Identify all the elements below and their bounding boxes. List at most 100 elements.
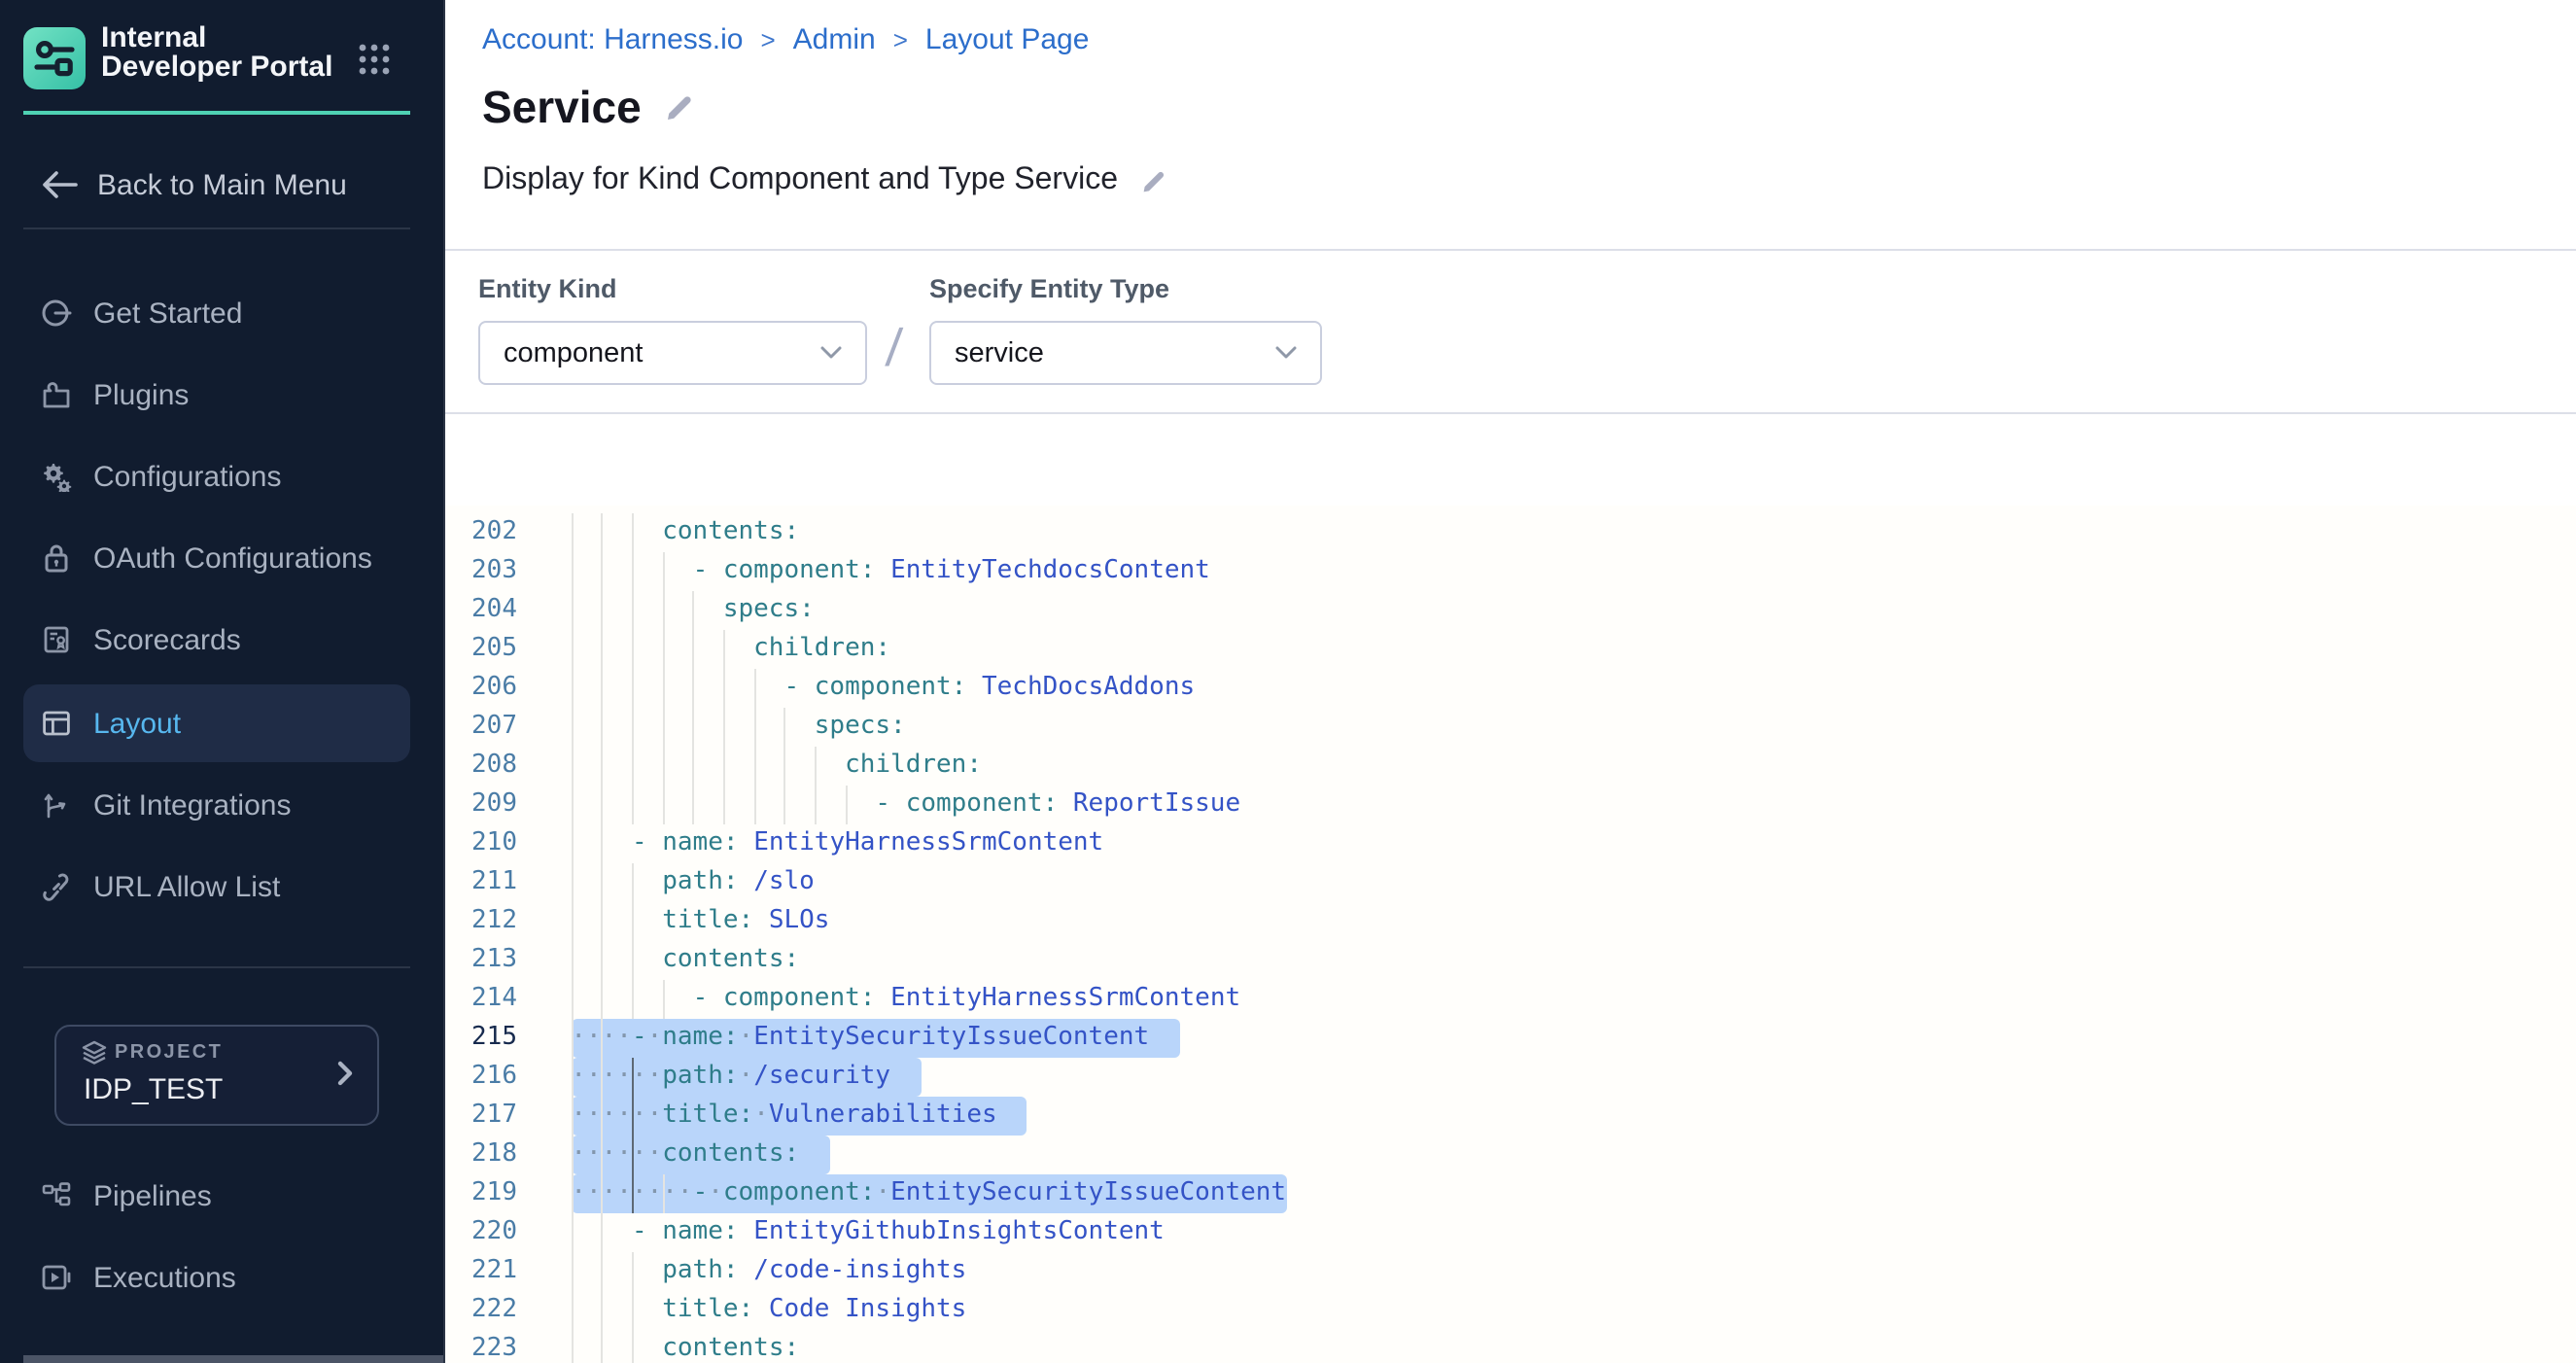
line-number[interactable]: 211 [445,863,517,902]
code-line[interactable]: 207 specs: [445,708,2576,747]
code-line[interactable]: 215 ····-·name:·EntitySecurityIssueConte… [445,1019,2576,1058]
code-line[interactable]: 208 children: [445,747,2576,786]
app-switcher-icon[interactable] [358,43,391,76]
accent-divider [23,111,410,115]
code-line[interactable]: 206 - component: TechDocsAddons [445,669,2576,708]
code-line[interactable]: 203 - component: EntityTechdocsContent [445,552,2576,591]
code-text: - name: EntityHarnessSrmContent [540,824,1103,863]
breadcrumb: Account: Harness.io>Admin>Layout Page [482,23,1089,56]
code-text: path: /code-insights [540,1252,966,1291]
line-number[interactable]: 221 [445,1252,517,1291]
sidebar-item-oauth-configurations[interactable]: OAuth Configurations [23,523,410,593]
sidebar-item-label: Get Started [93,297,242,330]
breadcrumb-layout-page[interactable]: Layout Page [925,23,1090,56]
line-number[interactable]: 209 [445,786,517,824]
sidebar-item-pipelines[interactable]: Pipelines [23,1161,410,1231]
sidebar-scrollbar[interactable] [23,1355,443,1363]
line-number[interactable]: 218 [445,1136,517,1174]
line-number[interactable]: 208 [445,747,517,786]
main-content: Account: Harness.io>Admin>Layout Page Se… [445,0,2576,1363]
arrow-left-icon [41,171,78,198]
line-number[interactable]: 219 [445,1174,517,1213]
line-number[interactable]: 222 [445,1291,517,1330]
project-selector[interactable]: PROJECT IDP_TEST [54,1025,379,1126]
app-window: Internal Developer Portal Back to Main M… [0,0,2576,1363]
code-line[interactable]: 220 - name: EntityGithubInsightsContent [445,1213,2576,1252]
code-text: title: Code Insights [540,1291,966,1330]
sidebar-item-label: Plugins [93,378,189,411]
sidebar-item-scorecards[interactable]: Scorecards [23,605,410,675]
code-text: contents: [540,1330,799,1363]
code-line[interactable]: 222 title: Code Insights [445,1291,2576,1330]
project-name: IDP_TEST [84,1073,223,1106]
code-text: - component: ReportIssue [540,786,1240,824]
sidebar-item-layout[interactable]: Layout [23,684,410,762]
code-line[interactable]: 221 path: /code-insights [445,1252,2576,1291]
line-number[interactable]: 217 [445,1097,517,1136]
breadcrumb-account[interactable]: Account: Harness.io [482,23,743,56]
project-label: PROJECT [115,1042,223,1064]
line-number[interactable]: 212 [445,902,517,941]
code-line[interactable]: 213 contents: [445,941,2576,980]
code-text: ······contents: [540,1136,799,1174]
sidebar-item-configurations[interactable]: Configurations [23,441,410,511]
code-text: ······title:·Vulnerabilities [540,1097,997,1136]
yaml-editor[interactable]: 202 contents:203 - component: EntityTech… [445,506,2576,1363]
sidebar-item-git-integrations[interactable]: Git Integrations [23,770,410,840]
git-branch-icon [41,789,72,821]
breadcrumb-separator: > [893,25,908,54]
code-line[interactable]: 202 contents: [445,513,2576,552]
edit-title-icon[interactable] [665,93,694,122]
code-text: - component: TechDocsAddons [540,669,1195,708]
back-to-main-menu[interactable]: Back to Main Menu [23,159,410,210]
line-number[interactable]: 223 [445,1330,517,1363]
code-line[interactable]: 217 ······title:·Vulnerabilities [445,1097,2576,1136]
line-number[interactable]: 203 [445,552,517,591]
sidebar-item-executions[interactable]: Executions [23,1242,410,1312]
entity-type-select[interactable]: service [929,321,1322,385]
chevron-down-icon [820,346,842,360]
page-title: Service [482,82,642,134]
sidebar-item-plugins[interactable]: Plugins [23,360,410,430]
sidebar-item-url-allow-list[interactable]: URL Allow List [23,852,410,922]
code-text: specs: [540,708,906,747]
line-number[interactable]: 210 [445,824,517,863]
code-line[interactable]: 212 title: SLOs [445,902,2576,941]
code-line[interactable]: 223 contents: [445,1330,2576,1363]
code-line[interactable]: 214 - component: EntityHarnessSrmContent [445,980,2576,1019]
sidebar-item-label: OAuth Configurations [93,542,372,575]
line-number[interactable]: 215 [445,1019,517,1058]
line-number[interactable]: 205 [445,630,517,669]
line-number[interactable]: 216 [445,1058,517,1097]
page-subtitle: Display for Kind Component and Type Serv… [482,163,1118,198]
entity-kind-select[interactable]: component [478,321,867,385]
sidebar-item-get-started[interactable]: Get Started [23,278,410,348]
breadcrumb-admin[interactable]: Admin [793,23,876,56]
code-line[interactable]: 218 ······contents: [445,1136,2576,1174]
sidebar-item-label: Scorecards [93,623,241,656]
code-line[interactable]: 205 children: [445,630,2576,669]
edit-subtitle-icon[interactable] [1141,168,1166,193]
idp-logo[interactable] [23,27,86,89]
code-line[interactable]: 204 specs: [445,591,2576,630]
code-text: children: [540,747,982,786]
code-line[interactable]: 210 - name: EntityHarnessSrmContent [445,824,2576,863]
code-line[interactable]: 211 path: /slo [445,863,2576,902]
line-number[interactable]: 202 [445,513,517,552]
entity-kind-label: Entity Kind [478,274,617,303]
line-number[interactable]: 213 [445,941,517,980]
code-line[interactable]: 219 ········-·component:·EntitySecurityI… [445,1174,2576,1213]
line-number[interactable]: 206 [445,669,517,708]
back-label: Back to Main Menu [97,168,347,201]
sidebar: Internal Developer Portal Back to Main M… [0,0,445,1363]
header-divider [445,249,2576,251]
line-number[interactable]: 207 [445,708,517,747]
layers-icon [82,1040,107,1066]
line-number[interactable]: 220 [445,1213,517,1252]
line-number[interactable]: 214 [445,980,517,1019]
code-line[interactable]: 209 - component: ReportIssue [445,786,2576,824]
link-icon [41,871,72,902]
page-subtitle-row: Display for Kind Component and Type Serv… [482,163,1166,198]
code-line[interactable]: 216 ······path:·/security [445,1058,2576,1097]
line-number[interactable]: 204 [445,591,517,630]
